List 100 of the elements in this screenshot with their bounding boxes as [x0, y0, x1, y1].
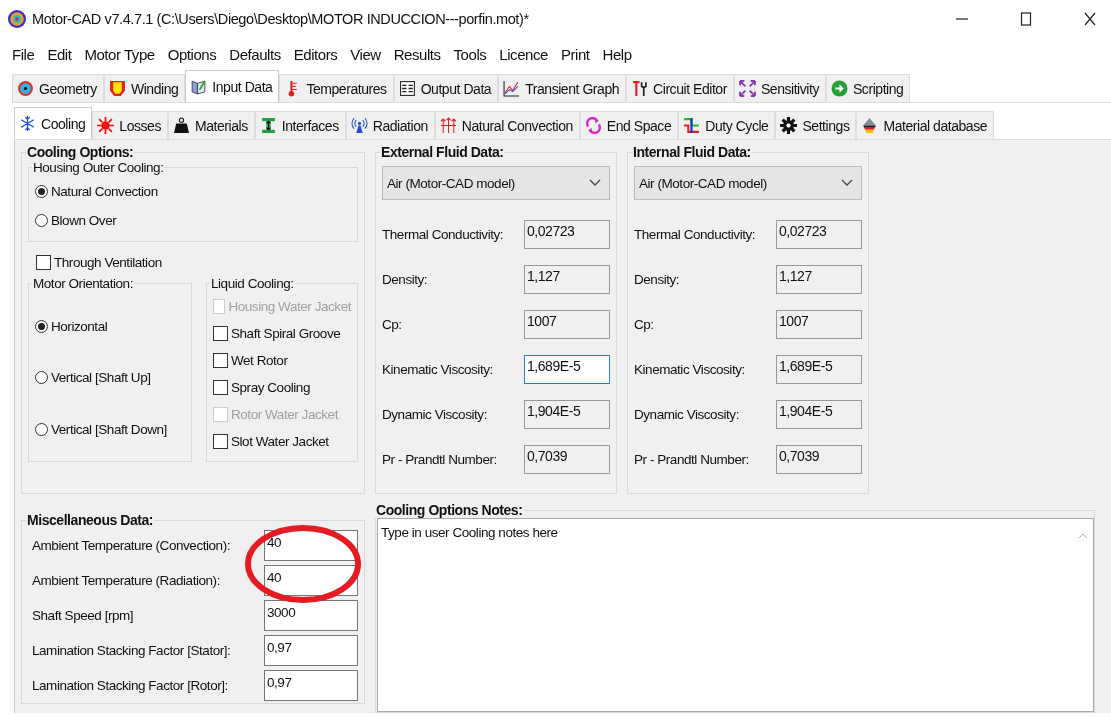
fluid-dropdown[interactable]: Air (Motor-CAD model) — [382, 166, 610, 200]
menu-item[interactable]: View — [350, 46, 381, 68]
tab[interactable]: Circuit Editor — [626, 74, 734, 102]
tab[interactable]: Losses — [92, 111, 168, 139]
option-label: Rotor Water Jacket — [231, 407, 338, 422]
value-field[interactable]: 1,904E-5 — [776, 400, 862, 429]
group-title: Cooling Options Notes: — [375, 502, 524, 518]
fluid-dropdown[interactable]: Air (Motor-CAD model) — [634, 166, 862, 200]
field-label: Pr - Prandtl Number: — [634, 452, 749, 467]
tab[interactable]: Materials — [168, 111, 255, 139]
menu-item[interactable]: Help — [602, 46, 632, 68]
radio-button[interactable] — [35, 214, 48, 227]
tab[interactable]: Temperatures — [279, 74, 394, 102]
input-field[interactable]: 0,97 — [264, 670, 358, 701]
tab[interactable]: Duty Cycle — [678, 111, 776, 139]
value-field[interactable]: 1,689E-5 — [524, 355, 610, 384]
group-title: Liquid Cooling: — [210, 276, 295, 291]
tab[interactable]: Geometry — [12, 74, 104, 102]
menu-item[interactable]: Tools — [453, 46, 487, 68]
value-field[interactable]: 1,127 — [524, 265, 610, 294]
tab[interactable]: Input Data — [185, 70, 280, 102]
radio-button[interactable] — [35, 422, 48, 436]
option-label: Wet Rotor — [231, 353, 288, 368]
i-beam-icon — [259, 117, 277, 134]
value-field[interactable]: 1,904E-5 — [524, 400, 610, 429]
tab[interactable]: Natural Convection — [434, 111, 580, 139]
checkbox[interactable] — [213, 353, 228, 368]
menu-item[interactable]: Licence — [499, 46, 548, 68]
menu-item[interactable]: Edit — [47, 46, 72, 68]
radio-option[interactable]: Natural Convection — [35, 177, 351, 206]
field-label: Dynamic Viscosity: — [634, 407, 739, 422]
value-field[interactable]: 1007 — [776, 310, 862, 339]
chevron-down-icon — [841, 179, 853, 187]
tab[interactable]: Interfaces — [254, 111, 346, 139]
tab[interactable]: Settings — [775, 111, 857, 139]
list-icon — [398, 80, 416, 97]
field-label: Ambient Temperature (Convection): — [31, 538, 230, 553]
tab[interactable]: Transient Graph — [498, 74, 627, 102]
option-label: Vertical [Shaft Up] — [51, 370, 151, 386]
tab[interactable]: Radiation — [345, 111, 435, 139]
option-label: Shaft Spiral Groove — [231, 326, 341, 341]
notebook-icon — [190, 78, 208, 95]
option-label: Slot Water Jacket — [231, 434, 329, 449]
value-field[interactable]: 0,02723 — [776, 220, 862, 249]
chevron-down-icon — [589, 179, 601, 187]
tab[interactable]: Output Data — [393, 74, 499, 102]
radio-option[interactable]: Blown Over — [35, 206, 351, 235]
checkbox[interactable] — [36, 254, 51, 270]
field-label: Shaft Speed [rpm] — [31, 608, 134, 623]
checkbox[interactable] — [213, 326, 228, 341]
menu-item[interactable]: File — [12, 46, 35, 68]
menu-item[interactable]: Defaults — [229, 46, 281, 68]
field-label: Cp: — [382, 317, 402, 332]
field-label: Thermal Conductivity: — [382, 227, 504, 242]
tab[interactable]: Winding — [103, 74, 186, 102]
window-title: Motor-CAD v7.4.7.1 (C:\Users\Diego\Desktop\MOTOR INDUCCION---porfin.mot)* — [32, 11, 529, 27]
tab[interactable]: Cooling — [14, 107, 93, 139]
gear-icon — [780, 117, 798, 134]
menu-item[interactable]: Options — [167, 46, 217, 68]
target-icon — [17, 80, 34, 97]
radio-button[interactable] — [35, 320, 48, 334]
menu-item[interactable]: Results — [393, 46, 441, 68]
value-field[interactable]: 1,127 — [776, 265, 862, 294]
radio-button[interactable] — [35, 185, 48, 198]
checkbox[interactable] — [213, 434, 228, 449]
group-title: Housing Outer Cooling: — [32, 160, 165, 175]
tab[interactable]: Scripting — [826, 74, 911, 102]
arrows-icon — [439, 117, 457, 134]
tab[interactable]: Sensitivity — [733, 74, 826, 102]
value-field[interactable]: 1007 — [524, 310, 610, 339]
close-icon[interactable] — [1083, 12, 1097, 26]
shield-icon — [108, 80, 126, 97]
menu-item[interactable]: Print — [560, 46, 590, 68]
field-label: Thermal Conductivity: — [634, 227, 756, 242]
radio-button[interactable] — [35, 371, 48, 385]
tab[interactable]: End Space — [579, 111, 679, 139]
input-field[interactable]: 3000 — [264, 600, 358, 631]
option-label: Housing Water Jacket — [228, 299, 351, 314]
value-field[interactable]: 0,7039 — [524, 445, 610, 474]
field-label: Density: — [634, 272, 680, 287]
menu-item[interactable]: Editors — [293, 46, 338, 68]
burst-icon — [97, 117, 115, 134]
checkbox[interactable] — [213, 380, 228, 395]
menu-item[interactable]: Motor Type — [84, 46, 155, 68]
field-label: Lamination Stacking Factor [Stator]: — [31, 643, 231, 658]
value-field[interactable]: 0,7039 — [776, 445, 862, 474]
maximize-icon[interactable] — [1019, 12, 1033, 26]
value-field[interactable]: 1,689E-5 — [776, 355, 862, 384]
field-label: Ambient Temperature (Radiation): — [31, 573, 220, 588]
value-field[interactable]: 0,02723 — [524, 220, 610, 249]
antenna-icon — [350, 117, 368, 134]
option-label: Blown Over — [51, 213, 117, 228]
input-field[interactable]: 0,97 — [264, 635, 358, 666]
snowflake-icon — [19, 115, 36, 132]
tab[interactable]: Material database — [856, 111, 995, 139]
notes-field[interactable]: Type in user Cooling notes here — [377, 518, 1094, 712]
field-label: Density: — [382, 272, 428, 287]
tools-icon — [631, 80, 649, 97]
field-label: Dynamic Viscosity: — [382, 407, 487, 422]
arrow-circle-icon — [831, 80, 848, 97]
